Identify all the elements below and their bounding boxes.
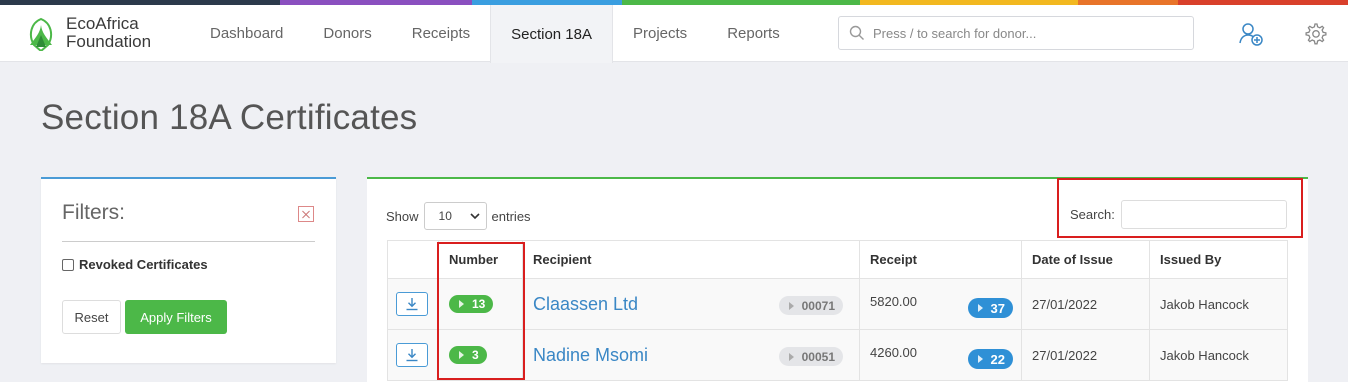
navbar: EcoAfrica Foundation Dashboard Donors Re… [0, 5, 1348, 63]
col-header-download [387, 240, 439, 279]
receipt-number-badge[interactable]: 37 [967, 298, 1013, 318]
recipient-link[interactable]: Nadine Msomi [533, 345, 648, 365]
download-cell [387, 329, 439, 381]
caret-right-icon [977, 304, 983, 312]
gear-icon[interactable] [1304, 22, 1328, 46]
download-icon [406, 349, 418, 362]
issued-by-cell: Jakob Hancock [1149, 329, 1288, 381]
donor-ref-badge[interactable]: 00051 [778, 347, 843, 366]
col-header-issued-by[interactable]: Issued By [1149, 240, 1288, 279]
certificate-number-badge[interactable]: 3 [449, 346, 487, 364]
show-label: Show [386, 208, 419, 224]
receipt-cell: 5820.00 37 [859, 278, 1022, 330]
recipient-link[interactable]: Claassen Ltd [533, 294, 638, 314]
receipt-number: 22 [990, 351, 1005, 367]
search-icon [849, 25, 864, 40]
receipt-number-badge[interactable]: 22 [967, 349, 1013, 369]
table-header-row: Number Recipient Receipt Date of Issue I… [387, 240, 1288, 279]
tab-section-18a[interactable]: Section 18A [490, 5, 613, 63]
number-cell: 3 [438, 329, 523, 381]
page-length-control: Show 10 entries [386, 202, 531, 230]
tab-projects[interactable]: Projects [613, 5, 707, 62]
issued-by-cell: Jakob Hancock [1149, 278, 1288, 330]
donor-ref: 00071 [801, 298, 835, 313]
col-header-recipient[interactable]: Recipient [522, 240, 860, 279]
col-header-receipt[interactable]: Receipt [859, 240, 1022, 279]
donor-search-input[interactable] [873, 25, 1173, 41]
entries-select[interactable]: 10 [423, 202, 487, 230]
table-row: 13 Claassen Ltd 00071 5820.00 37 27/01/2… [387, 278, 1288, 330]
tab-donors[interactable]: Donors [303, 5, 391, 62]
chevron-down-icon [469, 213, 480, 220]
tab-reports[interactable]: Reports [707, 5, 800, 62]
receipt-amount: 5820.00 [870, 294, 917, 309]
table-search-input[interactable] [1120, 200, 1287, 229]
entries-value: 10 [438, 209, 452, 223]
certificate-number: 13 [472, 297, 486, 311]
receipt-cell: 4260.00 22 [859, 329, 1022, 381]
col-header-date[interactable]: Date of Issue [1021, 240, 1150, 279]
add-user-icon[interactable] [1238, 21, 1264, 47]
download-icon [406, 298, 418, 311]
caret-right-icon [459, 300, 464, 308]
entries-label: entries [491, 208, 531, 224]
donor-search-box[interactable] [838, 16, 1194, 50]
download-button[interactable] [396, 292, 428, 316]
caret-right-icon [977, 355, 983, 363]
caret-right-icon [788, 301, 794, 310]
certificate-number-badge[interactable]: 13 [449, 295, 494, 313]
donor-ref-badge[interactable]: 00071 [778, 296, 843, 315]
brand-logo[interactable]: EcoAfrica Foundation [26, 15, 151, 51]
table-search-label: Search: [1070, 207, 1115, 222]
leaf-logo-icon [29, 17, 53, 51]
revoked-label: Revoked Certificates [79, 257, 208, 272]
filters-panel: Filters: Revoked Certificates Reset Appl… [41, 177, 336, 363]
page-title: Section 18A Certificates [41, 98, 418, 137]
donor-ref: 00051 [801, 349, 835, 364]
close-icon[interactable] [298, 206, 314, 222]
receipt-amount: 4260.00 [870, 345, 917, 360]
download-cell [387, 278, 439, 330]
certificates-panel: Show 10 entries Search: Number Recipient… [367, 177, 1308, 382]
tab-dashboard[interactable]: Dashboard [190, 5, 303, 62]
recipient-cell: Nadine Msomi 00051 [522, 329, 860, 381]
revoked-filter[interactable]: Revoked Certificates [62, 257, 208, 272]
apply-filters-button[interactable]: Apply Filters [125, 300, 227, 334]
brand-name: EcoAfrica Foundation [66, 15, 151, 51]
col-header-number[interactable]: Number [438, 240, 523, 279]
date-cell: 27/01/2022 [1021, 278, 1150, 330]
number-cell: 13 [438, 278, 523, 330]
caret-right-icon [459, 351, 464, 359]
receipt-number: 37 [990, 300, 1005, 316]
main-nav: Dashboard Donors Receipts Section 18A Pr… [190, 5, 800, 63]
caret-right-icon [788, 352, 794, 361]
table-row: 3 Nadine Msomi 00051 4260.00 22 27/01/20… [387, 329, 1288, 381]
reset-button[interactable]: Reset [62, 300, 121, 334]
tab-receipts[interactable]: Receipts [392, 5, 490, 62]
revoked-checkbox[interactable] [62, 258, 74, 271]
date-cell: 27/01/2022 [1021, 329, 1150, 381]
recipient-cell: Claassen Ltd 00071 [522, 278, 860, 330]
certificates-table: Number Recipient Receipt Date of Issue I… [387, 240, 1288, 381]
divider [62, 241, 315, 242]
brand-line2: Foundation [66, 32, 152, 51]
filters-title: Filters: [62, 201, 125, 224]
table-search: Search: [1070, 200, 1287, 229]
certificate-number: 3 [472, 348, 479, 362]
brand-line1: EcoAfrica [66, 14, 139, 33]
download-button[interactable] [396, 343, 428, 367]
